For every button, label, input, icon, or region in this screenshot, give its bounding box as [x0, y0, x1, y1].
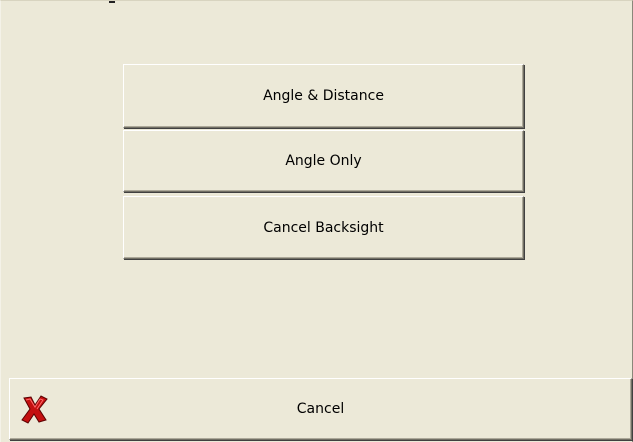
angle-only-button[interactable]: Angle Only — [123, 130, 524, 192]
cancel-backsight-button[interactable]: Cancel Backsight — [123, 196, 524, 259]
cancel-backsight-label: Cancel Backsight — [263, 219, 384, 236]
cancel-label: Cancel — [296, 401, 345, 417]
angle-and-distance-button[interactable]: Angle & Distance — [123, 64, 524, 128]
title-edge-fragment — [109, 1, 115, 3]
backsight-dialog: Angle & Distance Angle Only Cancel Backs… — [0, 0, 633, 442]
cancel-button[interactable]: Cancel — [9, 378, 632, 440]
angle-and-distance-label: Angle & Distance — [263, 88, 384, 104]
red-x-icon — [20, 393, 50, 425]
angle-only-label: Angle Only — [285, 153, 362, 169]
